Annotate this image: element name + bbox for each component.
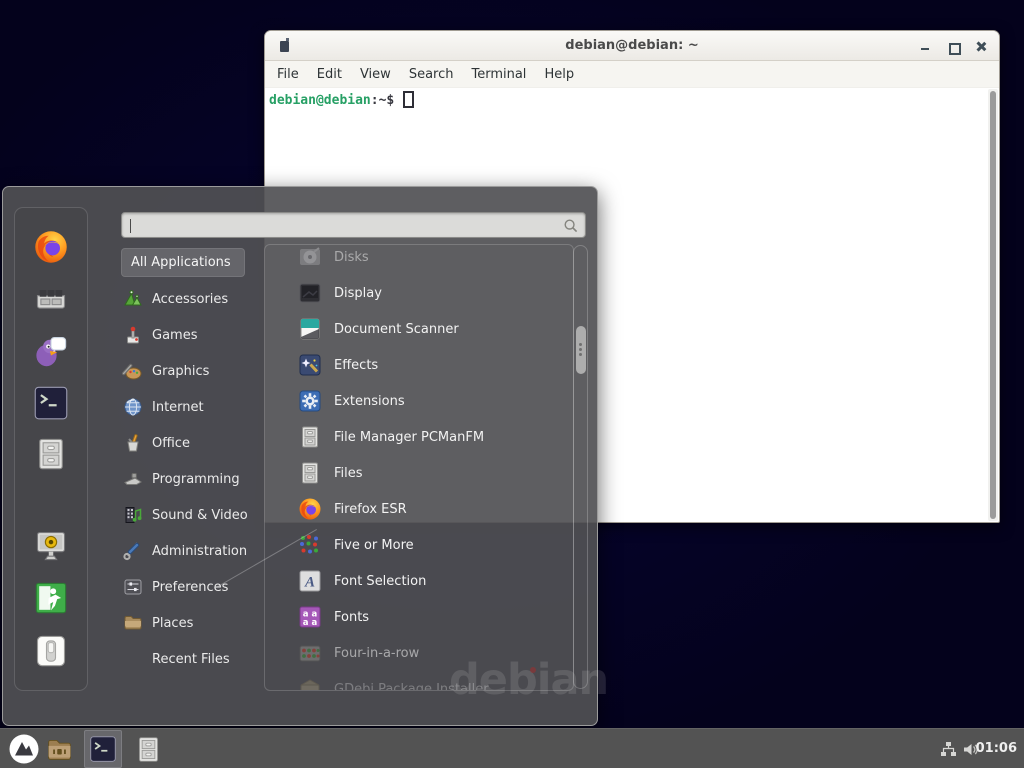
start-menu: All Applications Accessories Games Graph… bbox=[2, 186, 598, 726]
menu-file[interactable]: File bbox=[268, 63, 308, 86]
preferences-icon bbox=[123, 577, 143, 597]
file-cabinet-icon bbox=[298, 461, 322, 485]
effects-icon bbox=[298, 353, 322, 377]
search-input[interactable] bbox=[130, 215, 550, 235]
category-internet[interactable]: Internet bbox=[121, 389, 266, 425]
category-administration[interactable]: Administration bbox=[121, 533, 266, 569]
screensaver-icon[interactable] bbox=[33, 528, 69, 564]
programming-icon bbox=[123, 469, 143, 489]
document-scanner-icon bbox=[298, 317, 322, 341]
terminal-scrollbar-thumb[interactable] bbox=[990, 91, 996, 519]
menu-help[interactable]: Help bbox=[535, 63, 583, 86]
display-icon bbox=[298, 281, 322, 305]
menu-button[interactable] bbox=[8, 733, 40, 765]
app-four-in-a-row[interactable]: Four-in-a-row bbox=[265, 635, 573, 671]
svg-text:A: A bbox=[304, 575, 315, 591]
font-selection-icon: A bbox=[298, 569, 322, 593]
accessories-icon bbox=[123, 289, 143, 309]
disks-icon bbox=[298, 245, 322, 269]
terminal-scrollbar-track[interactable] bbox=[988, 89, 998, 521]
minimize-icon[interactable] bbox=[920, 41, 931, 52]
menu-search[interactable]: Search bbox=[400, 63, 463, 86]
gdebi-icon bbox=[298, 677, 322, 691]
app-five-or-more[interactable]: Five or More bbox=[265, 527, 573, 563]
extensions-icon bbox=[298, 389, 322, 413]
category-sound-video[interactable]: Sound & Video bbox=[121, 497, 266, 533]
app-files[interactable]: Files bbox=[265, 455, 573, 491]
sound-video-icon bbox=[123, 505, 143, 525]
terminal-titlebar[interactable]: debian@debian: ~ bbox=[265, 31, 999, 61]
category-games[interactable]: Games bbox=[121, 317, 266, 353]
shutdown-icon[interactable] bbox=[33, 633, 69, 669]
app-font-selection[interactable]: A Font Selection bbox=[265, 563, 573, 599]
app-display[interactable]: Display bbox=[265, 275, 573, 311]
office-icon bbox=[123, 433, 143, 453]
svg-text:a a: a a bbox=[303, 618, 318, 628]
clock[interactable]: 01:06 bbox=[976, 729, 1017, 768]
folder-launcher-icon[interactable] bbox=[45, 735, 74, 764]
terminal-cursor bbox=[403, 91, 414, 108]
internet-icon bbox=[123, 397, 143, 417]
logout-icon[interactable] bbox=[33, 580, 69, 616]
category-accessories[interactable]: Accessories bbox=[121, 281, 266, 317]
firefox-icon bbox=[298, 497, 322, 521]
games-icon bbox=[123, 325, 143, 345]
file-cabinet-icon bbox=[298, 425, 322, 449]
prompt-user: debian@debian bbox=[269, 93, 371, 108]
category-preferences[interactable]: Preferences bbox=[121, 569, 266, 605]
category-recent-files[interactable]: Recent Files bbox=[121, 641, 266, 677]
maximize-icon[interactable] bbox=[948, 41, 959, 52]
firefox-icon[interactable] bbox=[33, 229, 69, 265]
software-icon[interactable] bbox=[33, 281, 69, 317]
app-disks[interactable]: Disks bbox=[265, 244, 573, 275]
taskbar: 01:06 bbox=[0, 728, 1024, 768]
apps-scrollbar-thumb[interactable] bbox=[576, 326, 586, 374]
four-in-a-row-icon bbox=[298, 641, 322, 665]
places-icon bbox=[123, 613, 143, 633]
recent-files-spacer bbox=[123, 649, 143, 669]
file-manager-icon[interactable] bbox=[33, 436, 69, 472]
category-graphics[interactable]: Graphics bbox=[121, 353, 266, 389]
graphics-icon bbox=[123, 361, 143, 381]
administration-icon bbox=[123, 541, 143, 561]
terminal-icon[interactable] bbox=[33, 385, 69, 421]
app-extensions[interactable]: Extensions bbox=[265, 383, 573, 419]
network-tray-icon[interactable] bbox=[940, 741, 957, 758]
category-places[interactable]: Places bbox=[121, 605, 266, 641]
five-or-more-icon bbox=[298, 533, 322, 557]
search-icon bbox=[563, 218, 579, 234]
menu-view[interactable]: View bbox=[351, 63, 400, 86]
terminal-task-button[interactable] bbox=[84, 730, 122, 768]
app-fonts[interactable]: a aa a Fonts bbox=[265, 599, 573, 635]
pidgin-icon[interactable] bbox=[33, 333, 69, 369]
app-firefox-esr[interactable]: Firefox ESR bbox=[265, 491, 573, 527]
category-office[interactable]: Office bbox=[121, 425, 266, 461]
close-icon[interactable] bbox=[976, 41, 987, 52]
files-launcher-icon[interactable] bbox=[134, 735, 163, 764]
app-gdebi-package-installer[interactable]: GDebi Package Installer bbox=[265, 671, 573, 691]
app-file-manager-pcmanfm[interactable]: File Manager PCManFM bbox=[265, 419, 573, 455]
app-effects[interactable]: Effects bbox=[265, 347, 573, 383]
prompt-path: :~$ bbox=[371, 93, 394, 108]
application-list: Disks Display Document Scanner Effects E… bbox=[264, 244, 574, 691]
category-all-applications[interactable]: All Applications bbox=[121, 248, 245, 277]
fonts-icon: a aa a bbox=[298, 605, 322, 629]
window-title: debian@debian: ~ bbox=[265, 38, 999, 53]
desktop-wallpaper: debian@debian: ~ File Edit View Search T… bbox=[0, 0, 1024, 768]
shell-prompt: debian@debian:~$ bbox=[269, 91, 414, 108]
app-document-scanner[interactable]: Document Scanner bbox=[265, 311, 573, 347]
all-applications-label: All Applications bbox=[131, 255, 231, 270]
menu-terminal[interactable]: Terminal bbox=[462, 63, 535, 86]
category-list: Accessories Games Graphics Internet Offi… bbox=[121, 281, 266, 677]
menu-edit[interactable]: Edit bbox=[308, 63, 351, 86]
category-programming[interactable]: Programming bbox=[121, 461, 266, 497]
terminal-menubar: File Edit View Search Terminal Help bbox=[265, 61, 999, 88]
text-caret bbox=[130, 219, 131, 233]
terminal-icon bbox=[89, 735, 117, 763]
apps-scrollbar-track[interactable] bbox=[573, 245, 588, 689]
search-box bbox=[121, 212, 586, 238]
